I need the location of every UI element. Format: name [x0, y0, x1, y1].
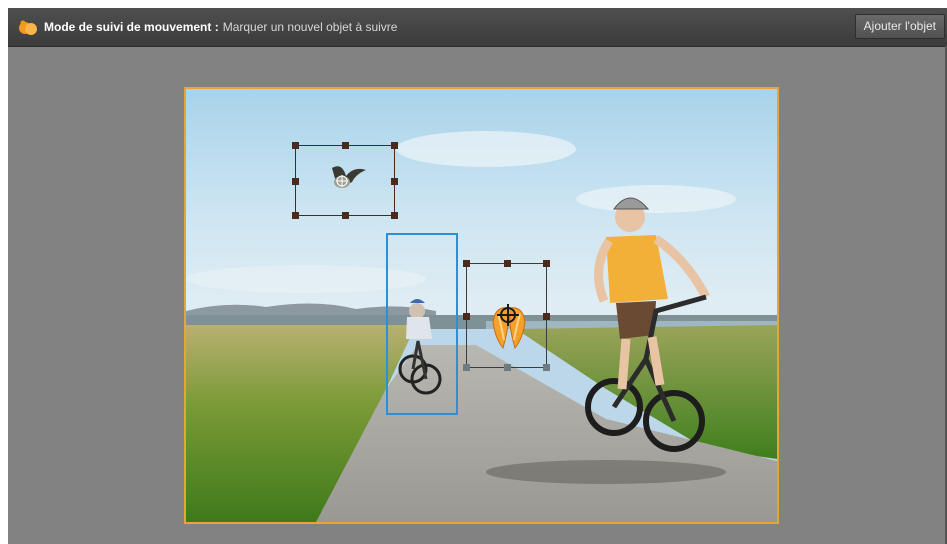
- top-border: [0, 0, 947, 8]
- resize-handle[interactable]: [292, 178, 299, 185]
- new-object-selection-box[interactable]: [386, 233, 458, 415]
- premiere-elements-logo-icon: [16, 18, 40, 38]
- resize-handle[interactable]: [543, 313, 550, 320]
- resize-handle[interactable]: [292, 142, 299, 149]
- tracking-box-bird[interactable]: [292, 142, 398, 219]
- resize-handle[interactable]: [463, 364, 470, 371]
- resize-handle[interactable]: [504, 364, 511, 371]
- resize-handle[interactable]: [342, 212, 349, 219]
- mode-subtitle: Marquer un nouvel objet à suivre: [222, 20, 398, 34]
- resize-handle[interactable]: [391, 142, 398, 149]
- resize-handle[interactable]: [543, 260, 550, 267]
- motion-tracking-toolbar: Mode de suivi de mouvement : Marquer un n…: [8, 8, 947, 47]
- mode-title-label: Mode de suivi de mouvement :: [44, 20, 219, 34]
- resize-handle[interactable]: [463, 260, 470, 267]
- tracking-box-wings[interactable]: [463, 260, 550, 371]
- resize-handle[interactable]: [504, 260, 511, 267]
- resize-handle[interactable]: [543, 364, 550, 371]
- resize-handle[interactable]: [391, 212, 398, 219]
- mode-title: Mode de suivi de mouvement : Marquer un n…: [44, 20, 397, 34]
- resize-handle[interactable]: [391, 178, 398, 185]
- add-object-button[interactable]: Ajouter l'objet: [854, 14, 945, 39]
- resize-handle[interactable]: [342, 142, 349, 149]
- video-preview-monitor[interactable]: [184, 87, 779, 524]
- left-border: [0, 8, 8, 544]
- resize-handle[interactable]: [463, 313, 470, 320]
- resize-handle[interactable]: [292, 212, 299, 219]
